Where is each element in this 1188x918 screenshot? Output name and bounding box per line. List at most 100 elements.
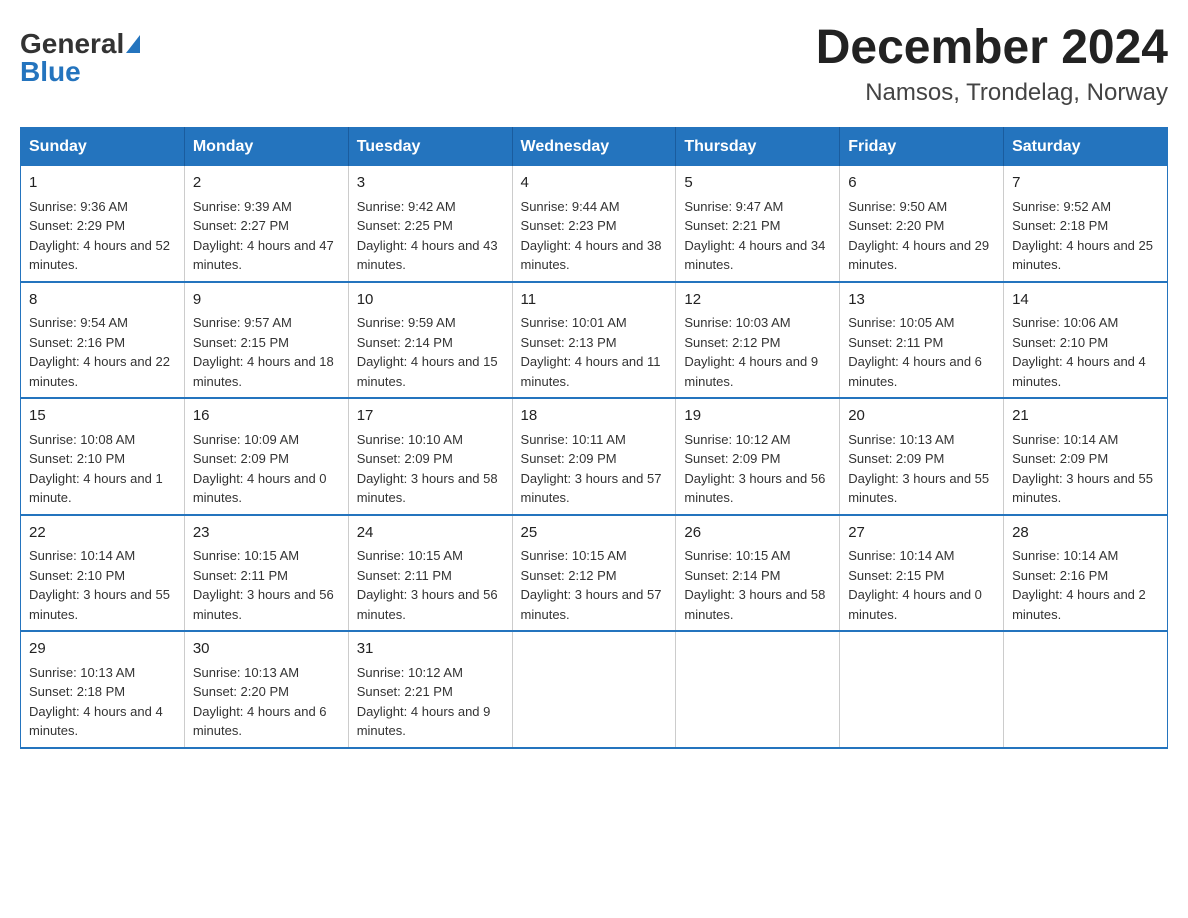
- day-info: Sunrise: 9:36 AMSunset: 2:29 PMDaylight:…: [29, 197, 176, 275]
- header-tuesday: Tuesday: [348, 128, 512, 167]
- day-info: Sunrise: 10:03 AMSunset: 2:12 PMDaylight…: [684, 313, 831, 391]
- logo-triangle-icon: [126, 35, 140, 53]
- day-number: 22: [29, 522, 176, 545]
- day-number: 18: [521, 405, 668, 428]
- day-cell: 26 Sunrise: 10:15 AMSunset: 2:14 PMDayli…: [676, 515, 840, 632]
- calendar-table: SundayMondayTuesdayWednesdayThursdayFrid…: [20, 127, 1168, 749]
- day-info: Sunrise: 10:15 AMSunset: 2:12 PMDaylight…: [521, 546, 668, 624]
- day-info: Sunrise: 10:13 AMSunset: 2:18 PMDaylight…: [29, 663, 176, 741]
- day-info: Sunrise: 9:47 AMSunset: 2:21 PMDaylight:…: [684, 197, 831, 275]
- day-cell: 6 Sunrise: 9:50 AMSunset: 2:20 PMDayligh…: [840, 166, 1004, 282]
- day-cell: 2 Sunrise: 9:39 AMSunset: 2:27 PMDayligh…: [184, 166, 348, 282]
- day-info: Sunrise: 10:15 AMSunset: 2:11 PMDaylight…: [193, 546, 340, 624]
- day-number: 8: [29, 289, 176, 312]
- day-number: 23: [193, 522, 340, 545]
- day-cell: 8 Sunrise: 9:54 AMSunset: 2:16 PMDayligh…: [21, 282, 185, 399]
- day-cell: [840, 631, 1004, 748]
- main-title: December 2024: [816, 20, 1168, 75]
- day-cell: 15 Sunrise: 10:08 AMSunset: 2:10 PMDayli…: [21, 398, 185, 515]
- day-cell: 11 Sunrise: 10:01 AMSunset: 2:13 PMDayli…: [512, 282, 676, 399]
- day-cell: 3 Sunrise: 9:42 AMSunset: 2:25 PMDayligh…: [348, 166, 512, 282]
- day-number: 31: [357, 638, 504, 661]
- day-cell: 9 Sunrise: 9:57 AMSunset: 2:15 PMDayligh…: [184, 282, 348, 399]
- header-monday: Monday: [184, 128, 348, 167]
- header-friday: Friday: [840, 128, 1004, 167]
- day-cell: 30 Sunrise: 10:13 AMSunset: 2:20 PMDayli…: [184, 631, 348, 748]
- day-number: 1: [29, 172, 176, 195]
- day-number: 26: [684, 522, 831, 545]
- day-cell: 5 Sunrise: 9:47 AMSunset: 2:21 PMDayligh…: [676, 166, 840, 282]
- day-cell: 21 Sunrise: 10:14 AMSunset: 2:09 PMDayli…: [1004, 398, 1168, 515]
- day-cell: 19 Sunrise: 10:12 AMSunset: 2:09 PMDayli…: [676, 398, 840, 515]
- day-info: Sunrise: 9:50 AMSunset: 2:20 PMDaylight:…: [848, 197, 995, 275]
- logo: General Blue: [20, 30, 140, 86]
- day-info: Sunrise: 10:12 AMSunset: 2:09 PMDaylight…: [684, 430, 831, 508]
- day-cell: 28 Sunrise: 10:14 AMSunset: 2:16 PMDayli…: [1004, 515, 1168, 632]
- day-number: 11: [521, 289, 668, 312]
- day-info: Sunrise: 9:54 AMSunset: 2:16 PMDaylight:…: [29, 313, 176, 391]
- day-cell: 13 Sunrise: 10:05 AMSunset: 2:11 PMDayli…: [840, 282, 1004, 399]
- day-info: Sunrise: 10:10 AMSunset: 2:09 PMDaylight…: [357, 430, 504, 508]
- day-number: 5: [684, 172, 831, 195]
- day-info: Sunrise: 10:14 AMSunset: 2:16 PMDaylight…: [1012, 546, 1159, 624]
- day-cell: [512, 631, 676, 748]
- day-cell: 16 Sunrise: 10:09 AMSunset: 2:09 PMDayli…: [184, 398, 348, 515]
- day-cell: 20 Sunrise: 10:13 AMSunset: 2:09 PMDayli…: [840, 398, 1004, 515]
- header-saturday: Saturday: [1004, 128, 1168, 167]
- day-cell: 29 Sunrise: 10:13 AMSunset: 2:18 PMDayli…: [21, 631, 185, 748]
- header-sunday: Sunday: [21, 128, 185, 167]
- day-cell: 1 Sunrise: 9:36 AMSunset: 2:29 PMDayligh…: [21, 166, 185, 282]
- day-cell: 31 Sunrise: 10:12 AMSunset: 2:21 PMDayli…: [348, 631, 512, 748]
- day-info: Sunrise: 10:14 AMSunset: 2:09 PMDaylight…: [1012, 430, 1159, 508]
- day-number: 12: [684, 289, 831, 312]
- day-info: Sunrise: 10:05 AMSunset: 2:11 PMDaylight…: [848, 313, 995, 391]
- day-number: 15: [29, 405, 176, 428]
- day-info: Sunrise: 10:12 AMSunset: 2:21 PMDaylight…: [357, 663, 504, 741]
- day-info: Sunrise: 9:57 AMSunset: 2:15 PMDaylight:…: [193, 313, 340, 391]
- day-number: 6: [848, 172, 995, 195]
- day-info: Sunrise: 10:11 AMSunset: 2:09 PMDaylight…: [521, 430, 668, 508]
- week-row-4: 22 Sunrise: 10:14 AMSunset: 2:10 PMDayli…: [21, 515, 1168, 632]
- day-cell: 18 Sunrise: 10:11 AMSunset: 2:09 PMDayli…: [512, 398, 676, 515]
- logo-blue-text: Blue: [20, 58, 81, 86]
- day-info: Sunrise: 10:13 AMSunset: 2:09 PMDaylight…: [848, 430, 995, 508]
- day-cell: 25 Sunrise: 10:15 AMSunset: 2:12 PMDayli…: [512, 515, 676, 632]
- day-number: 7: [1012, 172, 1159, 195]
- day-info: Sunrise: 10:13 AMSunset: 2:20 PMDaylight…: [193, 663, 340, 741]
- day-info: Sunrise: 10:09 AMSunset: 2:09 PMDaylight…: [193, 430, 340, 508]
- day-number: 13: [848, 289, 995, 312]
- day-info: Sunrise: 9:59 AMSunset: 2:14 PMDaylight:…: [357, 313, 504, 391]
- day-info: Sunrise: 10:15 AMSunset: 2:11 PMDaylight…: [357, 546, 504, 624]
- day-number: 20: [848, 405, 995, 428]
- day-number: 29: [29, 638, 176, 661]
- day-info: Sunrise: 10:01 AMSunset: 2:13 PMDaylight…: [521, 313, 668, 391]
- week-row-5: 29 Sunrise: 10:13 AMSunset: 2:18 PMDayli…: [21, 631, 1168, 748]
- day-info: Sunrise: 10:06 AMSunset: 2:10 PMDaylight…: [1012, 313, 1159, 391]
- day-info: Sunrise: 9:39 AMSunset: 2:27 PMDaylight:…: [193, 197, 340, 275]
- day-cell: 12 Sunrise: 10:03 AMSunset: 2:12 PMDayli…: [676, 282, 840, 399]
- day-number: 3: [357, 172, 504, 195]
- day-number: 27: [848, 522, 995, 545]
- day-number: 4: [521, 172, 668, 195]
- logo-general-text: General: [20, 30, 124, 58]
- week-row-1: 1 Sunrise: 9:36 AMSunset: 2:29 PMDayligh…: [21, 166, 1168, 282]
- header-thursday: Thursday: [676, 128, 840, 167]
- day-number: 10: [357, 289, 504, 312]
- day-number: 19: [684, 405, 831, 428]
- day-cell: 17 Sunrise: 10:10 AMSunset: 2:09 PMDayli…: [348, 398, 512, 515]
- day-cell: 7 Sunrise: 9:52 AMSunset: 2:18 PMDayligh…: [1004, 166, 1168, 282]
- day-number: 14: [1012, 289, 1159, 312]
- day-number: 30: [193, 638, 340, 661]
- week-row-3: 15 Sunrise: 10:08 AMSunset: 2:10 PMDayli…: [21, 398, 1168, 515]
- day-number: 25: [521, 522, 668, 545]
- day-cell: 23 Sunrise: 10:15 AMSunset: 2:11 PMDayli…: [184, 515, 348, 632]
- day-number: 21: [1012, 405, 1159, 428]
- calendar-header-row: SundayMondayTuesdayWednesdayThursdayFrid…: [21, 128, 1168, 167]
- day-info: Sunrise: 9:44 AMSunset: 2:23 PMDaylight:…: [521, 197, 668, 275]
- day-info: Sunrise: 10:15 AMSunset: 2:14 PMDaylight…: [684, 546, 831, 624]
- day-number: 9: [193, 289, 340, 312]
- header: General Blue December 2024 Namsos, Trond…: [20, 20, 1168, 107]
- day-info: Sunrise: 9:42 AMSunset: 2:25 PMDaylight:…: [357, 197, 504, 275]
- day-info: Sunrise: 10:14 AMSunset: 2:15 PMDaylight…: [848, 546, 995, 624]
- day-number: 16: [193, 405, 340, 428]
